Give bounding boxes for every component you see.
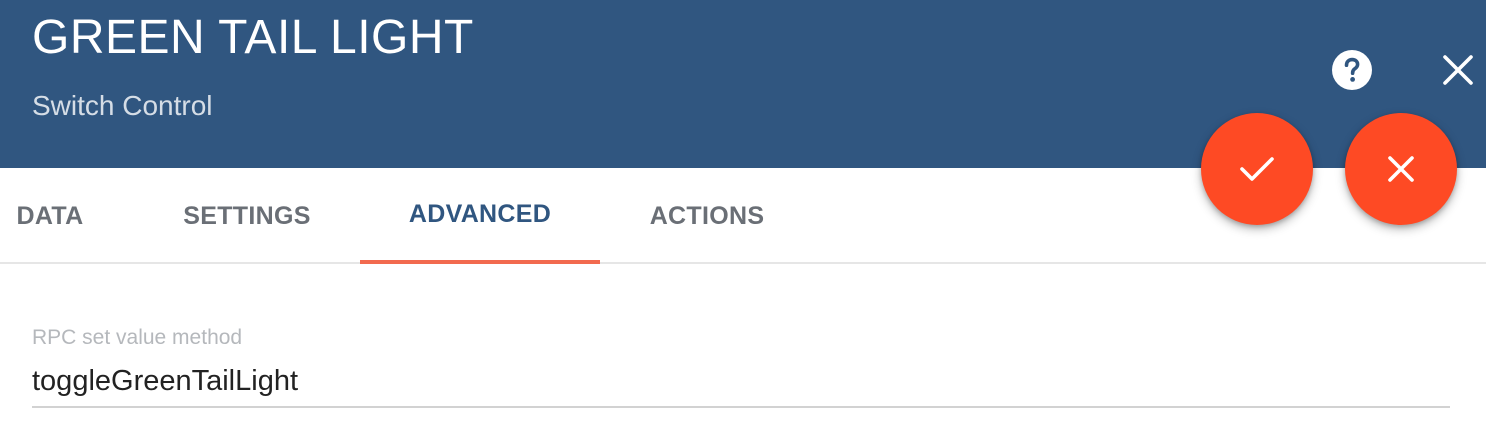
close-icon <box>1443 55 1473 85</box>
rpc-method-input[interactable] <box>32 356 1450 408</box>
rpc-method-field: RPC set value method <box>32 324 1450 408</box>
tab-data[interactable]: DATA <box>0 168 100 264</box>
widget-subtitle: Switch Control <box>32 90 213 121</box>
tab-label: SETTINGS <box>183 201 311 230</box>
close-icon <box>1388 156 1414 182</box>
widget-title: GREEN TAIL LIGHT <box>32 11 474 64</box>
cancel-button[interactable] <box>1345 113 1457 225</box>
apply-button[interactable] <box>1201 113 1313 225</box>
tab-advanced[interactable]: ADVANCED <box>360 168 600 264</box>
check-icon <box>1240 157 1274 181</box>
tab-label: ADVANCED <box>408 199 552 228</box>
close-button[interactable] <box>1432 44 1484 96</box>
tab-label: DATA <box>16 201 84 230</box>
tab-label: ACTIONS <box>649 201 765 230</box>
help-circle-icon <box>1332 50 1372 90</box>
widget-editor: GREEN TAIL LIGHT Switch Control DATA SET… <box>0 0 1486 436</box>
tab-actions[interactable]: ACTIONS <box>588 168 826 264</box>
tab-settings[interactable]: SETTINGS <box>128 168 366 264</box>
help-button[interactable] <box>1326 44 1378 96</box>
rpc-method-label: RPC set value method <box>32 326 243 349</box>
